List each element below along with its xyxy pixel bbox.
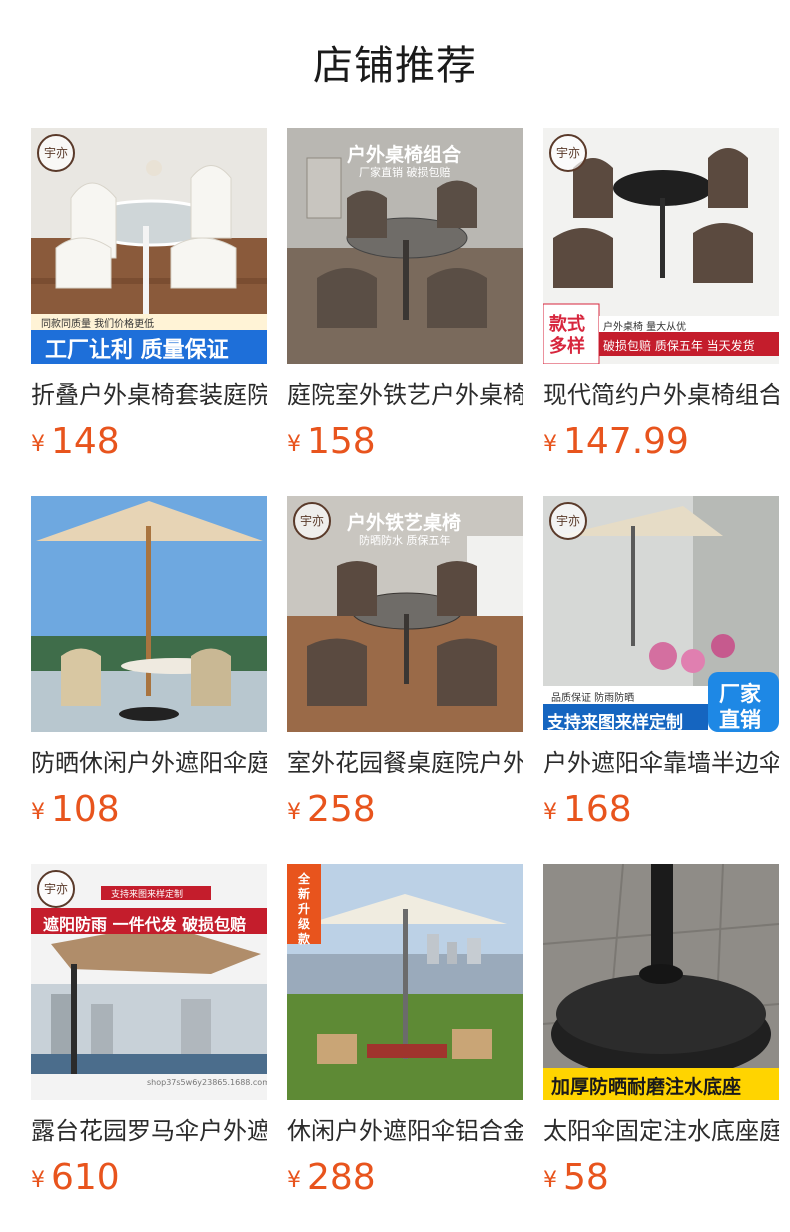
product-price: ¥258 (287, 788, 523, 832)
product-title[interactable]: 庭院室外铁艺户外桌椅 (287, 378, 523, 412)
currency-symbol: ¥ (31, 1168, 45, 1193)
currency-symbol: ¥ (543, 1168, 557, 1193)
price-amount: 158 (307, 421, 376, 462)
brand-logo: 宇亦 (549, 134, 587, 172)
product-title[interactable]: 防晒休闲户外遮阳伞庭院 (31, 746, 267, 780)
promo-small: 同款同质量 我们价格更低 (41, 319, 155, 330)
product-card[interactable]: 防晒休闲户外遮阳伞庭院 ¥108 (31, 496, 267, 832)
product-image[interactable]: 全新升级款 (287, 864, 523, 1100)
product-card[interactable]: 宇亦 品质保证 防雨防晒 支持来图来样定制 厂家 直销 户外遮阳伞靠墙半边伞 ¥… (543, 496, 779, 832)
product-image[interactable]: 宇亦 户外铁艺桌椅 防晒防水 质保五年 (287, 496, 523, 732)
promo-subline: 防晒防水 质保五年 (359, 534, 451, 547)
price-amount: 168 (563, 789, 632, 830)
product-grid: 宇亦 同款同质量 我们价格更低 工厂让利 质量保证 折叠户外桌椅套装庭院 ¥14… (0, 0, 790, 1232)
currency-symbol: ¥ (287, 800, 301, 825)
currency-symbol: ¥ (543, 432, 557, 457)
product-card[interactable]: 宇亦 款式 多样 户外桌椅 量大从优 破损包赔 质保五年 当天发货 现代简约户外… (543, 128, 779, 464)
product-image[interactable]: 加厚防晒耐磨注水底座 (543, 864, 779, 1100)
product-image[interactable]: 宇亦 同款同质量 我们价格更低 工厂让利 质量保证 (31, 128, 267, 364)
promo-subline: 厂家直销 破损包赔 (359, 166, 451, 179)
product-title[interactable]: 现代简约户外桌椅组合 (543, 378, 779, 412)
currency-symbol: ¥ (287, 1168, 301, 1193)
ribbon-badge: 全新升级款 (298, 872, 311, 946)
product-image[interactable]: 宇亦 品质保证 防雨防晒 支持来图来样定制 厂家 直销 (543, 496, 779, 732)
promo-headline: 户外桌椅组合 (347, 144, 462, 166)
currency-symbol: ¥ (31, 432, 45, 457)
product-card[interactable]: 加厚防晒耐磨注水底座 太阳伞固定注水底座庭院 ¥58 (543, 864, 779, 1200)
product-price: ¥158 (287, 420, 523, 464)
product-title[interactable]: 露台花园罗马伞户外遮阳 (31, 1114, 267, 1148)
product-price: ¥610 (31, 1156, 267, 1200)
price-amount: 147.99 (563, 421, 689, 462)
product-title[interactable]: 折叠户外桌椅套装庭院 (31, 378, 267, 412)
product-card[interactable]: 全新升级款 休闲户外遮阳伞铝合金 ¥288 (287, 864, 523, 1200)
price-amount: 58 (563, 1157, 609, 1198)
product-price: ¥147.99 (543, 420, 779, 464)
promo-headline: 户外铁艺桌椅 (347, 512, 462, 534)
brand-logo: 宇亦 (293, 502, 331, 540)
product-image[interactable] (31, 496, 267, 732)
product-card[interactable]: 宇亦 户外铁艺桌椅 防晒防水 质保五年 室外花园餐桌庭院户外桌 ¥258 (287, 496, 523, 832)
product-card[interactable]: 宇亦 同款同质量 我们价格更低 工厂让利 质量保证 折叠户外桌椅套装庭院 ¥14… (31, 128, 267, 464)
product-image[interactable]: 户外桌椅组合 厂家直销 破损包赔 (287, 128, 523, 364)
promo-strip: 加厚防晒耐磨注水底座 (551, 1076, 742, 1098)
product-title[interactable]: 休闲户外遮阳伞铝合金 (287, 1114, 523, 1148)
promo-big: 支持来图来样定制 (547, 713, 683, 732)
product-price: ¥168 (543, 788, 779, 832)
product-title[interactable]: 室外花园餐桌庭院户外桌 (287, 746, 523, 780)
watermark: shop37s5w6y23865.1688.com (147, 1078, 267, 1087)
water-base-illustration (543, 864, 779, 1100)
promo-big: 工厂让利 质量保证 (45, 338, 229, 363)
promo-line-1: 户外桌椅 量大从优 (603, 322, 687, 333)
tag-line-2: 多样 (549, 336, 585, 357)
product-card[interactable]: 宇亦 支持来图来样定制 遮阳防雨 一件代发 破损包赔 shop37s5w6y23… (31, 864, 267, 1200)
promo-small: 支持来图来样定制 (111, 890, 184, 900)
promo-small: 品质保证 防雨防晒 (551, 693, 635, 704)
price-amount: 258 (307, 789, 376, 830)
product-title[interactable]: 户外遮阳伞靠墙半边伞 (543, 746, 779, 780)
brand-logo: 宇亦 (549, 502, 587, 540)
brand-logo: 宇亦 (37, 134, 75, 172)
product-image[interactable]: 宇亦 款式 多样 户外桌椅 量大从优 破损包赔 质保五年 当天发货 (543, 128, 779, 364)
price-amount: 108 (51, 789, 120, 830)
product-price: ¥148 (31, 420, 267, 464)
price-amount: 288 (307, 1157, 376, 1198)
currency-symbol: ¥ (543, 800, 557, 825)
promo-big: 遮阳防雨 一件代发 破损包赔 (43, 915, 247, 934)
product-price: ¥108 (31, 788, 267, 832)
currency-symbol: ¥ (287, 432, 301, 457)
price-amount: 148 (51, 421, 120, 462)
currency-symbol: ¥ (31, 800, 45, 825)
brand-logo: 宇亦 (37, 870, 75, 908)
umbrella-lawn-illustration (287, 864, 523, 1100)
product-price: ¥288 (287, 1156, 523, 1200)
umbrella-lakeside-illustration (31, 496, 267, 732)
product-price: ¥58 (543, 1156, 779, 1200)
promo-line-2: 破损包赔 质保五年 当天发货 (603, 339, 755, 353)
price-amount: 610 (51, 1157, 120, 1198)
product-card[interactable]: 户外桌椅组合 厂家直销 破损包赔 庭院室外铁艺户外桌椅 ¥158 (287, 128, 523, 464)
product-title[interactable]: 太阳伞固定注水底座庭院 (543, 1114, 779, 1148)
corner-line-2: 直销 (719, 708, 761, 732)
product-image[interactable]: 宇亦 支持来图来样定制 遮阳防雨 一件代发 破损包赔 shop37s5w6y23… (31, 864, 267, 1100)
